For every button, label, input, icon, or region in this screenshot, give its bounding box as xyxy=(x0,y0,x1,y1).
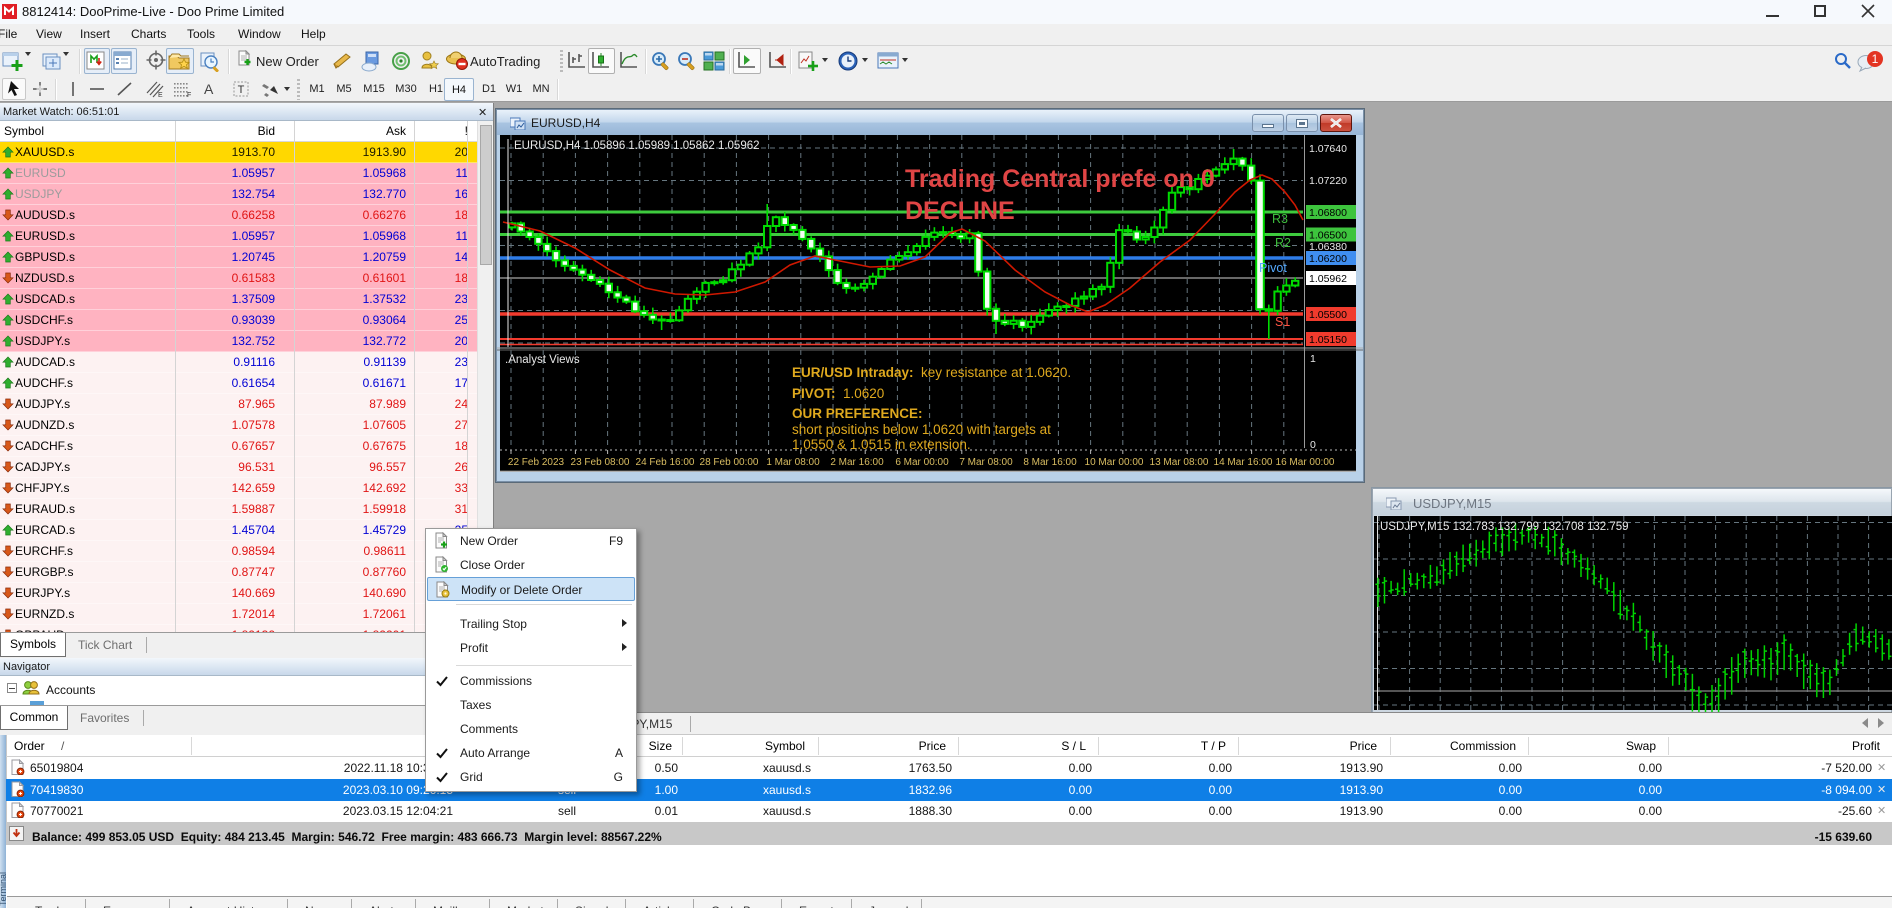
svg-text:OUR PREFERENCE:: OUR PREFERENCE: xyxy=(792,406,923,421)
svg-text:1: 1 xyxy=(1310,353,1316,365)
svg-text:.Analyst Views: .Analyst Views xyxy=(505,354,580,366)
svg-text:Trading Central prefe on 0: Trading Central prefe on 0 xyxy=(905,165,1215,193)
svg-text:0: 0 xyxy=(1310,439,1316,451)
svg-text:Pivot: Pivot xyxy=(1259,261,1287,275)
svg-text:7 Mar 08:00: 7 Mar 08:00 xyxy=(959,457,1013,468)
svg-text:1.0550 & 1.0515 in extension.: 1.0550 & 1.0515 in extension. xyxy=(792,437,971,452)
svg-text:1.07640: 1.07640 xyxy=(1309,143,1347,155)
svg-text:13 Mar 08:00: 13 Mar 08:00 xyxy=(1150,457,1209,468)
svg-text:PIVOT: 1.0620: PIVOT: 1.0620 xyxy=(792,386,884,401)
svg-text:R3: R3 xyxy=(1272,212,1288,226)
svg-text:S1: S1 xyxy=(1275,315,1290,329)
svg-text:T: T xyxy=(238,84,245,96)
svg-text:1.06500: 1.06500 xyxy=(1309,230,1347,242)
svg-text:1.05150: 1.05150 xyxy=(1309,334,1347,346)
svg-text:E: E xyxy=(158,92,163,98)
svg-text:short positions below 1.0620 w: short positions below 1.0620 with target… xyxy=(792,422,1051,437)
svg-text:1: 1 xyxy=(1872,52,1879,66)
svg-text:22 Feb 2023: 22 Feb 2023 xyxy=(508,457,565,468)
svg-text:1.05962: 1.05962 xyxy=(1309,273,1347,285)
svg-text:1.06200: 1.06200 xyxy=(1309,253,1347,265)
svg-text:16 Mar 00:00: 16 Mar 00:00 xyxy=(1276,457,1335,468)
svg-text:6 Mar 00:00: 6 Mar 00:00 xyxy=(895,457,949,468)
svg-text:USDJPY,M15 132.783 132.799 13: USDJPY,M15 132.783 132.799 132.708 132.7… xyxy=(1380,521,1629,533)
svg-text:23 Feb 08:00: 23 Feb 08:00 xyxy=(571,457,630,468)
svg-text:EUR/USD Intraday: key resista: EUR/USD Intraday: key resistance at 1.06… xyxy=(792,365,1071,380)
svg-text:DECLINE: DECLINE xyxy=(905,197,1015,225)
svg-text:1.06800: 1.06800 xyxy=(1309,207,1347,219)
svg-text:10 Mar 00:00: 10 Mar 00:00 xyxy=(1085,457,1144,468)
svg-text:EURUSD,H4 1.05896 1.05989 1.0: EURUSD,H4 1.05896 1.05989 1.05862 1.0596… xyxy=(514,140,760,152)
svg-text:F: F xyxy=(187,92,191,98)
svg-text:24 Feb 16:00: 24 Feb 16:00 xyxy=(636,457,695,468)
svg-text:1.05500: 1.05500 xyxy=(1309,309,1347,321)
svg-text:8 Mar 16:00: 8 Mar 16:00 xyxy=(1023,457,1077,468)
svg-text:2 Mar 16:00: 2 Mar 16:00 xyxy=(830,457,884,468)
svg-text:1.07220: 1.07220 xyxy=(1309,175,1347,187)
svg-text:28 Feb 00:00: 28 Feb 00:00 xyxy=(700,457,759,468)
svg-text:R2: R2 xyxy=(1275,236,1291,250)
svg-text:14 Mar 16:00: 14 Mar 16:00 xyxy=(1214,457,1273,468)
svg-text:1 Mar 08:00: 1 Mar 08:00 xyxy=(766,457,820,468)
